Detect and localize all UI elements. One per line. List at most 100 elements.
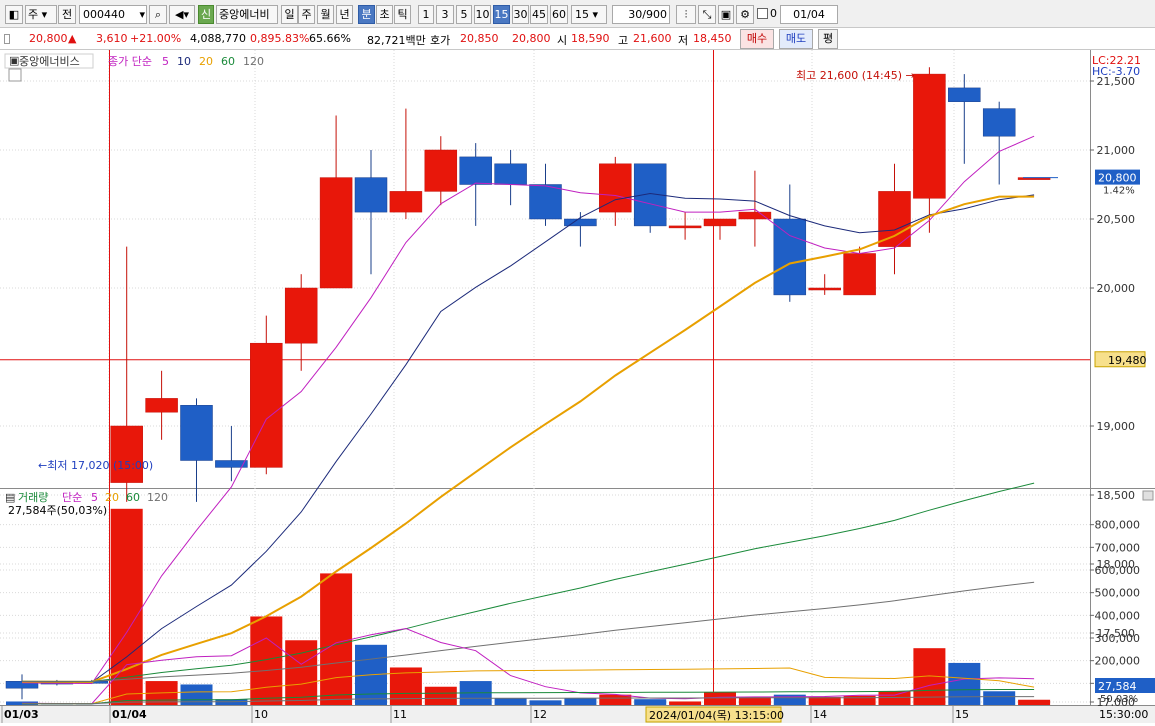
candle-body	[809, 288, 841, 290]
minute-button-45[interactable]: 45	[530, 5, 548, 24]
candle-body	[146, 398, 178, 412]
current-price-tag: 20,800	[1098, 172, 1137, 185]
x-tick-label: 10	[254, 708, 268, 721]
minute-select[interactable]: 15 ▾	[571, 5, 607, 24]
minute-button-15[interactable]: 15	[493, 5, 510, 24]
sell-button[interactable]: 매도	[779, 29, 813, 49]
market-type-select[interactable]: 주 ▾	[25, 5, 57, 24]
chart-type-icon[interactable]: ⫶	[676, 5, 696, 24]
ask-price: 20,850	[460, 32, 499, 45]
change-percent: +21.00%	[130, 32, 181, 45]
price-ma-period-120: 120	[243, 55, 264, 68]
prev-code-button[interactable]: 전	[58, 5, 76, 24]
volume-bar	[704, 692, 736, 705]
change-arrow: ▲	[68, 32, 76, 45]
candle-body	[948, 88, 980, 102]
volume-bar	[774, 695, 806, 705]
date-checkbox[interactable]	[757, 8, 768, 19]
count-total: /900	[642, 8, 667, 21]
x-tick-label: 01/03	[4, 708, 39, 721]
volume-ma-period-120: 120	[147, 491, 168, 504]
period-button-2[interactable]: 월	[317, 5, 334, 24]
current-pct-tag: 1.42%	[1103, 186, 1135, 197]
toolbar: ◧ 주 ▾ 전 000440▾ ⌕ ◀▾ 신 중앙에너비 15 ▾ 30/900…	[0, 0, 1155, 28]
hc-label: HC:-3.70	[1092, 65, 1140, 78]
volume-bar	[948, 663, 980, 705]
grid-toggle-icon	[9, 69, 21, 81]
turnover-rate: 65.66%	[309, 32, 351, 45]
volume-ratio: 0,895.83%	[250, 32, 309, 45]
price-ma-label: 종가 단순	[108, 55, 152, 68]
sound-icon[interactable]: ◀▾	[169, 5, 195, 24]
volume-tick-label: 300,000	[1095, 632, 1141, 645]
volume-icon: ▤	[5, 491, 15, 504]
candle-body	[390, 191, 422, 212]
minute-button-1[interactable]: 1	[418, 5, 434, 24]
volume-bar	[320, 573, 352, 705]
chart-area[interactable]: 21,50021,00020,50020,00019,00018,50018,0…	[0, 50, 1155, 723]
bid-price: 20,800	[512, 32, 551, 45]
volume-bar	[425, 687, 457, 705]
minute-button-5[interactable]: 5	[456, 5, 472, 24]
volume-ma-period-60: 60	[126, 491, 140, 504]
volume-ma-period-20: 20	[105, 491, 119, 504]
period-button-0[interactable]: 일	[281, 5, 298, 24]
candle-body	[460, 157, 492, 185]
period-button-6[interactable]: 틱	[394, 5, 411, 24]
open-price: 18,590	[571, 32, 610, 45]
price-tick-label: 21,000	[1097, 144, 1136, 157]
period-button-4[interactable]: 분	[358, 5, 375, 24]
date-field[interactable]: 01/04	[780, 5, 838, 24]
period-button-1[interactable]: 주	[298, 5, 315, 24]
settings-icon[interactable]: ⚙	[736, 5, 754, 24]
price-tick-label: 20,000	[1097, 282, 1136, 295]
minute-button-3[interactable]: 3	[436, 5, 454, 24]
volume-tick-label: 600,000	[1095, 564, 1141, 577]
candle-body	[320, 178, 352, 288]
x-tick-label: 14	[813, 708, 827, 721]
x-tick-label: 15	[955, 708, 969, 721]
volume-tick-label: 400,000	[1095, 609, 1141, 622]
evaluate-button[interactable]: 평	[818, 29, 838, 49]
stock-code-input[interactable]: 000440▾	[79, 5, 147, 24]
candle-body	[355, 178, 387, 213]
search-icon[interactable]: ⌕	[149, 5, 167, 24]
save-icon[interactable]: ▣	[718, 5, 734, 24]
buy-button[interactable]: 매수	[740, 29, 774, 49]
panel-toggle-icon[interactable]: ◧	[5, 5, 23, 24]
price-title: 중앙에너비스	[19, 55, 80, 68]
price-title-icon: ▣	[9, 54, 19, 67]
candle-body	[913, 74, 945, 198]
draw-tool-icon[interactable]: ⤡	[698, 5, 716, 24]
price-tick-label: 18,500	[1097, 489, 1136, 502]
price-ma-period-20: 20	[199, 55, 213, 68]
volume-bar	[669, 701, 701, 705]
expand-icon[interactable]	[4, 34, 10, 44]
x-tick-label: 12	[533, 708, 547, 721]
cursor-price-tag: 19,480	[1108, 354, 1147, 367]
volume-bar	[879, 691, 911, 705]
chart-svg[interactable]: 21,50021,00020,50020,00019,00018,50018,0…	[0, 50, 1155, 723]
candle-body	[774, 219, 806, 295]
price-ma-period-60: 60	[221, 55, 235, 68]
volume-bar	[495, 698, 527, 705]
period-button-3[interactable]: 년	[336, 5, 353, 24]
open-label: 시	[557, 32, 567, 48]
stock-name-label: 중앙에너비	[216, 5, 278, 24]
candle-body	[704, 219, 736, 226]
chevron-down-icon: ▾	[139, 6, 145, 23]
period-button-5[interactable]: 초	[376, 5, 393, 24]
price-ma-period-10: 10	[177, 55, 191, 68]
candle-body	[599, 164, 631, 212]
minute-button-60[interactable]: 60	[550, 5, 568, 24]
low-price: 18,450	[693, 32, 732, 45]
volume-tick-label: 500,000	[1095, 587, 1141, 600]
minute-button-10[interactable]: 10	[474, 5, 491, 24]
cursor-time-tag: 2024/01/04(목) 13:15:00	[649, 709, 784, 722]
price-ma-period-5: 5	[162, 55, 169, 68]
minute-button-30[interactable]: 30	[512, 5, 529, 24]
candle-body	[495, 164, 527, 185]
candle-body	[111, 426, 143, 483]
count-field[interactable]: 30/900	[612, 5, 670, 24]
volume-bar	[530, 700, 562, 705]
